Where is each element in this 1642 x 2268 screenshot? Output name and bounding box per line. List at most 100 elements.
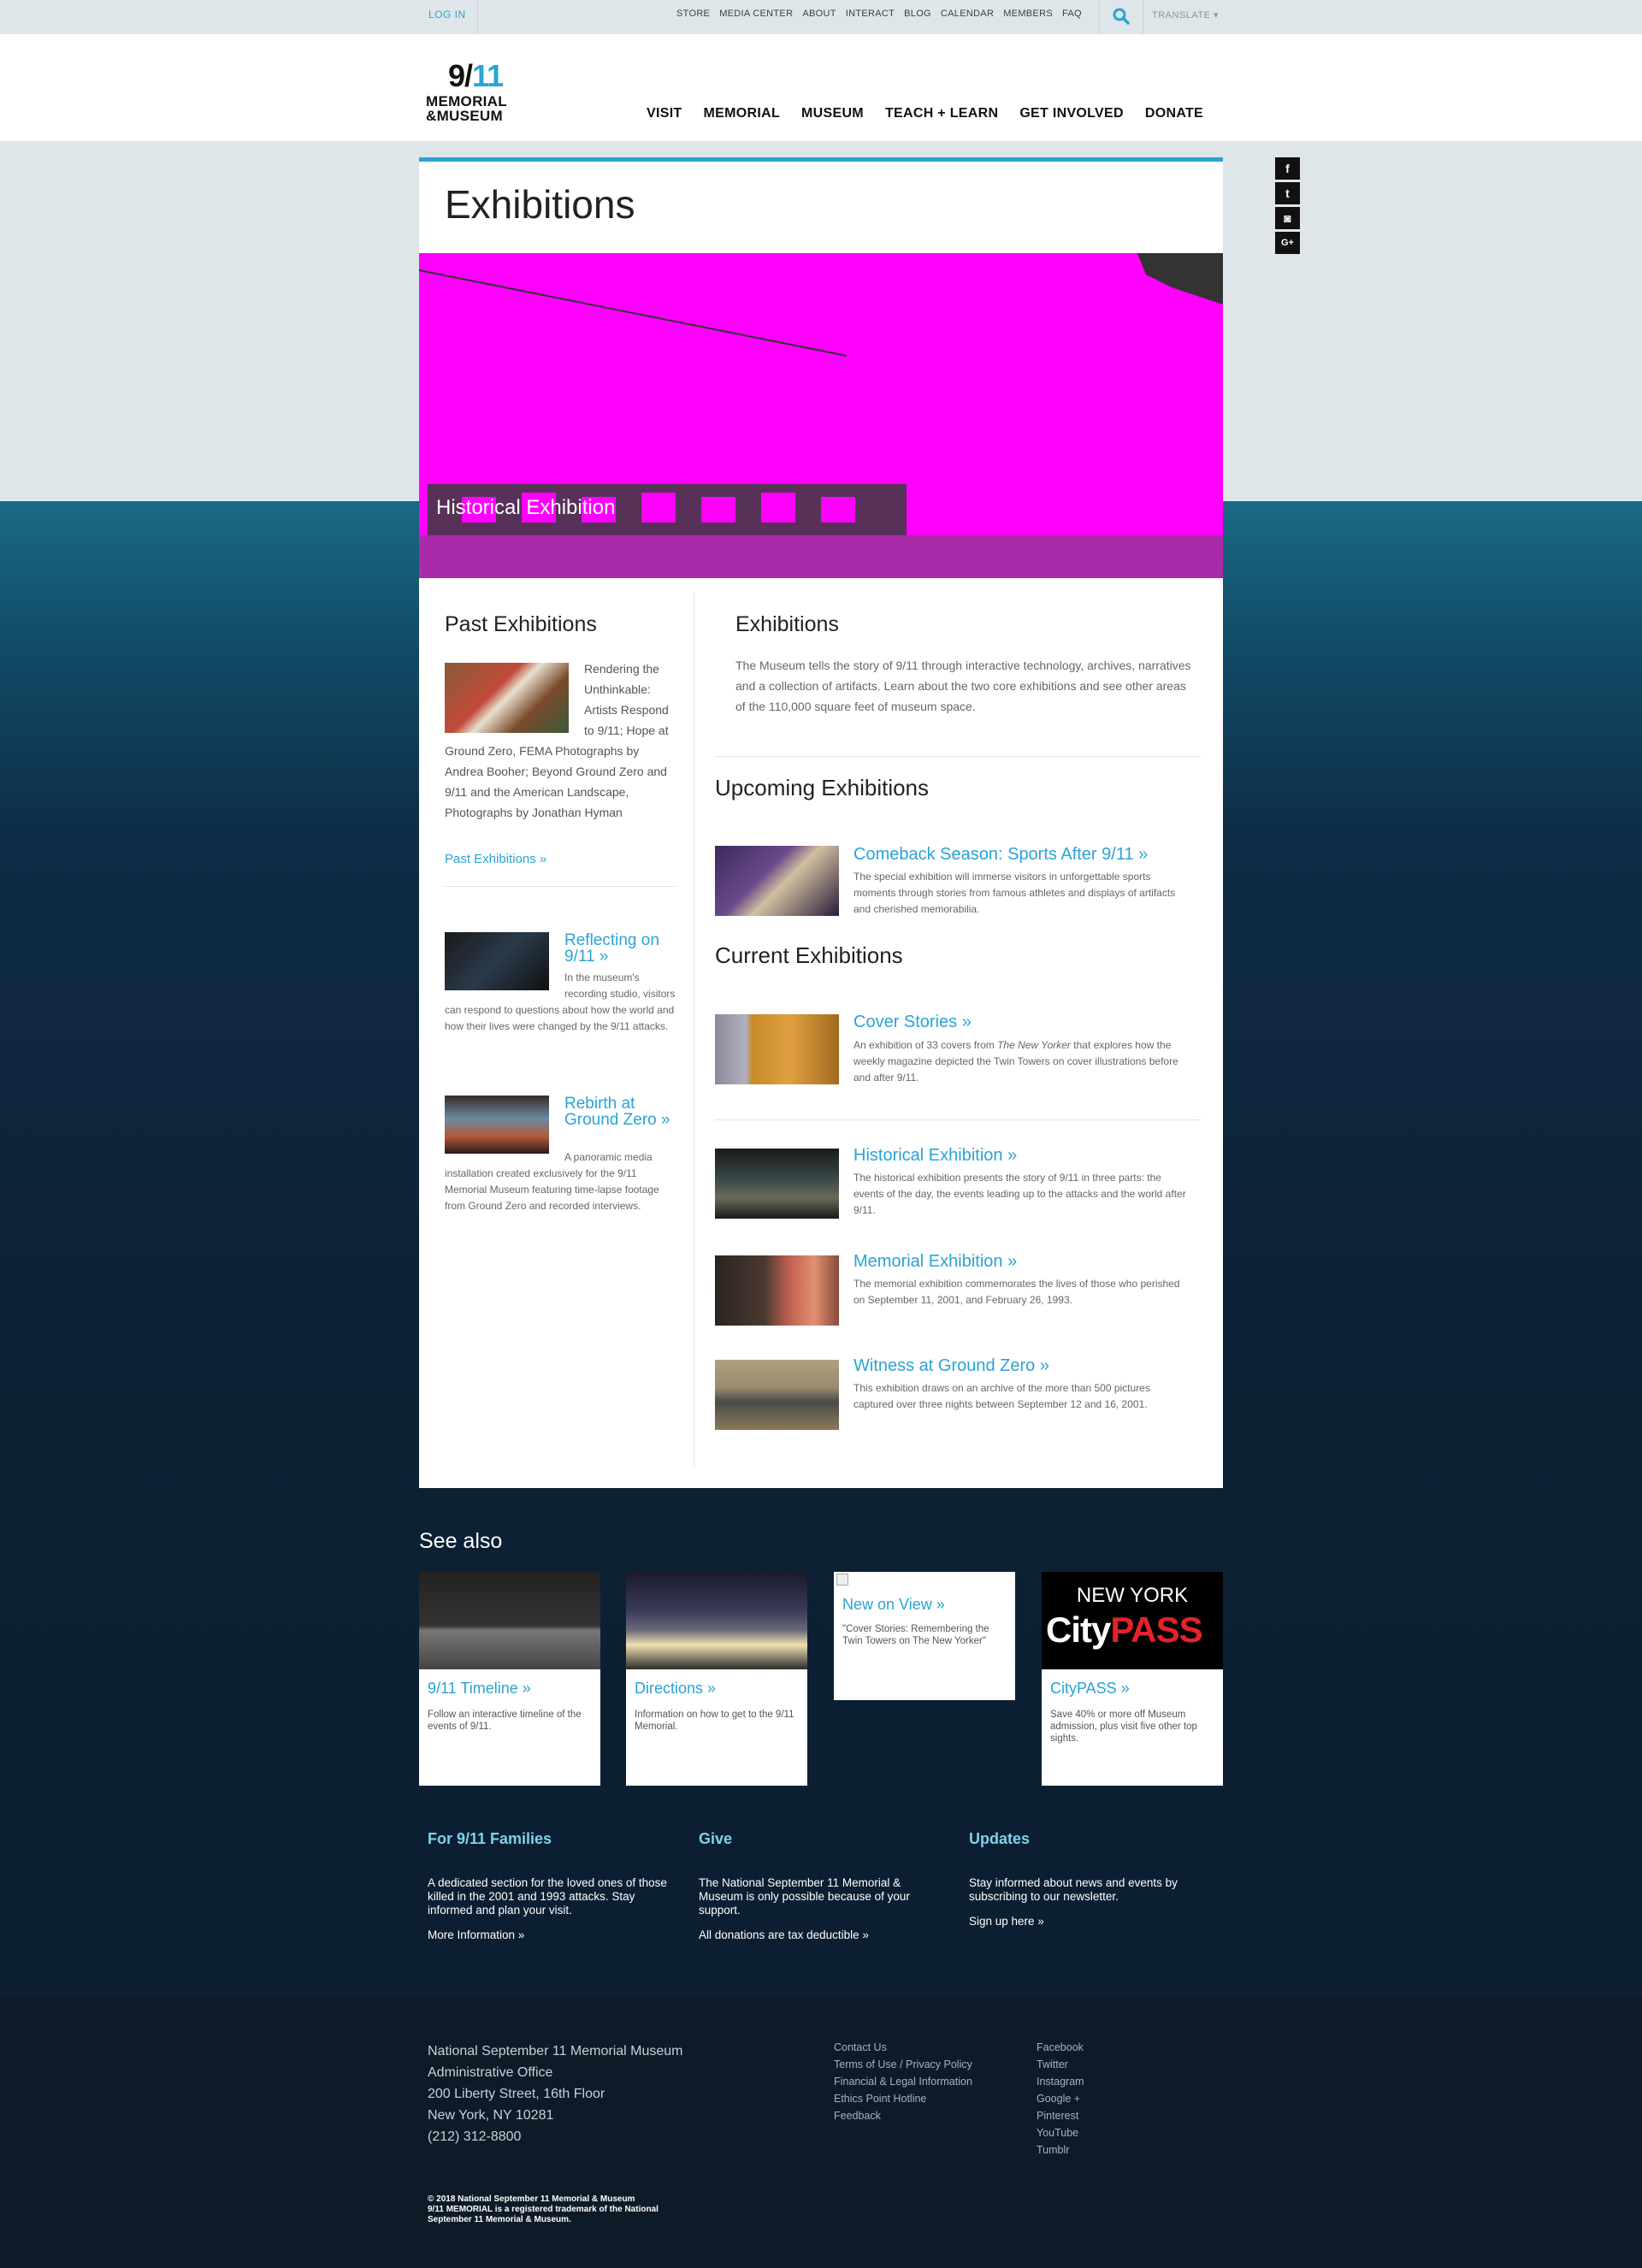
cover-stories-link[interactable]: Cover Stories » xyxy=(853,1013,972,1032)
nav-memorial[interactable]: MEMORIAL xyxy=(704,106,781,121)
footer-address: National September 11 Memorial Museum Ad… xyxy=(428,2041,683,2147)
phone-number: (212) 312-8800 xyxy=(428,2129,522,2144)
instagram-icon[interactable]: ◙ xyxy=(1275,207,1300,229)
util-link-media-center[interactable]: MEDIA CENTER xyxy=(719,9,793,19)
see-also-card-directions[interactable]: Directions » Information on how to get t… xyxy=(626,1572,807,1786)
footer-link-feedback[interactable]: Feedback xyxy=(834,2107,972,2124)
see-also-card-citypass[interactable]: NEW YORK CityPASS CityPASS » Save 40% or… xyxy=(1042,1572,1223,1786)
past-exhibitions-link[interactable]: Past Exhibitions » xyxy=(445,852,546,866)
past-exhibitions-text: Rendering the Unthinkable: Artists Respo… xyxy=(445,659,676,823)
footer-link-twitter[interactable]: Twitter xyxy=(1037,2056,1084,2073)
float-spacer xyxy=(445,659,584,734)
footer-link-ethics[interactable]: Ethics Point Hotline xyxy=(834,2090,972,2107)
rebirth-link[interactable]: Rebirth at Ground Zero » xyxy=(564,1096,676,1128)
util-link-members[interactable]: MEMBERS xyxy=(1003,9,1053,19)
reflecting-text: In the museum's recording studio, visito… xyxy=(445,970,676,1035)
logo-number: 9/11 xyxy=(448,58,504,94)
login-link[interactable]: LOG IN xyxy=(428,9,466,21)
historical-exhibition-text: The historical exhibition presents the s… xyxy=(853,1172,1186,1216)
footer-link-instagram[interactable]: Instagram xyxy=(1037,2073,1084,2090)
footer-link-youtube[interactable]: YouTube xyxy=(1037,2124,1084,2141)
promo-families-text: A dedicated section for the loved ones o… xyxy=(428,1876,667,1917)
footer-link-contact[interactable]: Contact Us xyxy=(834,2039,972,2056)
witness-ground-zero-text: This exhibition draws on an archive of t… xyxy=(853,1382,1150,1410)
googleplus-icon[interactable]: G+ xyxy=(1275,232,1300,254)
search-icon xyxy=(1113,8,1130,25)
promo-families-link[interactable]: More Information » xyxy=(428,1928,524,1941)
facebook-icon[interactable]: f xyxy=(1275,157,1300,180)
memorial-exhibition-link[interactable]: Memorial Exhibition » xyxy=(853,1252,1017,1272)
promo-updates-text: Stay informed about news and events by s… xyxy=(969,1876,1178,1903)
site-logo[interactable]: 9/11 MEMORIAL &MUSEUM xyxy=(426,58,529,125)
directions-link[interactable]: Directions » xyxy=(635,1680,716,1698)
promo-give-text: The National September 11 Memorial & Mus… xyxy=(699,1876,910,1917)
historical-exhibition-link[interactable]: Historical Exhibition » xyxy=(853,1146,1017,1166)
site-header xyxy=(0,34,1642,141)
util-link-store[interactable]: STORE xyxy=(676,9,710,19)
exhibitions-intro: The Museum tells the story of 9/11 throu… xyxy=(735,659,1191,713)
footer-links: Contact Us Terms of Use / Privacy Policy… xyxy=(834,2039,972,2124)
see-also-card-new-on-view[interactable]: New on View » "Cover Stories: Rememberin… xyxy=(834,1572,1015,1700)
nav-donate[interactable]: DONATE xyxy=(1145,106,1203,121)
twitter-icon[interactable]: t xyxy=(1275,182,1300,204)
footer-link-facebook[interactable]: Facebook xyxy=(1037,2039,1084,2056)
timeline-link[interactable]: 9/11 Timeline » xyxy=(428,1680,531,1698)
translate-dropdown[interactable]: TRANSLATE ▾ xyxy=(1152,9,1219,21)
nav-museum[interactable]: MUSEUM xyxy=(801,106,864,121)
footer-link-financial[interactable]: Financial & Legal Information xyxy=(834,2073,972,2090)
util-link-blog[interactable]: BLOG xyxy=(904,9,931,19)
exhibitions-heading: Exhibitions xyxy=(735,612,839,636)
witness-ground-zero-link[interactable]: Witness at Ground Zero » xyxy=(853,1356,1049,1376)
trademark-line: 9/11 MEMORIAL is a registered trademark … xyxy=(428,2205,659,2224)
site-footer xyxy=(0,1998,1642,2268)
memorial-exhibition-thumbnail[interactable] xyxy=(715,1255,839,1326)
nav-visit[interactable]: VISIT xyxy=(647,106,682,121)
nav-get-involved[interactable]: GET INVOLVED xyxy=(1019,106,1124,121)
util-link-interact[interactable]: INTERACT xyxy=(846,9,895,19)
upcoming-exhibitions-heading: Upcoming Exhibitions xyxy=(715,775,930,800)
citypass-text: Save 40% or more off Museum admission, p… xyxy=(1050,1710,1197,1744)
footer-link-googleplus[interactable]: Google + xyxy=(1037,2090,1084,2107)
citypass-logo-wordmark: CityPASS xyxy=(1046,1609,1203,1651)
hero-image-art xyxy=(419,253,1223,578)
footer-link-tumblr[interactable]: Tumblr xyxy=(1037,2141,1084,2159)
new-on-view-link[interactable]: New on View » xyxy=(842,1596,945,1614)
reflecting-link[interactable]: Reflecting on 9/11 » xyxy=(564,932,676,965)
logo-line-2: &MUSEUM xyxy=(426,108,503,124)
citypass-link[interactable]: CityPASS » xyxy=(1050,1680,1130,1698)
util-link-about[interactable]: ABOUT xyxy=(802,9,836,19)
footer-link-terms[interactable]: Terms of Use / Privacy Policy xyxy=(834,2056,972,2073)
util-link-calendar[interactable]: CALENDAR xyxy=(941,9,994,19)
rebirth-text: A panoramic media installation created e… xyxy=(445,1149,676,1214)
promo-families: For 9/11 Families xyxy=(428,1830,552,1848)
float-spacer xyxy=(445,970,564,995)
address-line: New York, NY 10281 xyxy=(428,2108,554,2123)
footer-link-pinterest[interactable]: Pinterest xyxy=(1037,2107,1084,2124)
comeback-season-thumbnail[interactable] xyxy=(715,846,839,916)
copyright-line: © 2018 National September 11 Memorial & … xyxy=(428,2194,635,2204)
citypass-logo-pass: PASS xyxy=(1110,1609,1202,1650)
divider xyxy=(445,886,676,887)
search-button[interactable] xyxy=(1099,0,1143,34)
promo-updates-link[interactable]: Sign up here » xyxy=(969,1915,1044,1928)
historical-exhibition-thumbnail[interactable] xyxy=(715,1149,839,1219)
see-also-heading: See also xyxy=(419,1529,503,1553)
promo-give: Give xyxy=(699,1830,732,1848)
logo-wordmark: MEMORIAL &MUSEUM xyxy=(426,94,507,123)
promo-families-title: For 9/11 Families xyxy=(428,1830,552,1847)
util-link-faq[interactable]: FAQ xyxy=(1062,9,1082,19)
cover-text-magazine: The New Yorker xyxy=(997,1039,1071,1051)
promo-updates-title: Updates xyxy=(969,1830,1031,1847)
divider xyxy=(715,1119,1201,1120)
comeback-season-link[interactable]: Comeback Season: Sports After 9/11 » xyxy=(853,845,1148,865)
rebirth-thumbnail[interactable] xyxy=(445,1096,549,1154)
address-line: 200 Liberty Street, 16th Floor xyxy=(428,2087,605,2101)
witness-ground-zero-thumbnail[interactable] xyxy=(715,1360,839,1430)
nav-teach-learn[interactable]: TEACH + LEARN xyxy=(885,106,998,121)
see-also-card-timeline[interactable]: 9/11 Timeline » Follow an interactive ti… xyxy=(419,1572,600,1786)
address-line: National September 11 Memorial Museum xyxy=(428,2044,683,2058)
promo-give-title: Give xyxy=(699,1830,733,1847)
logo-eleven: 11 xyxy=(472,58,504,93)
promo-give-link[interactable]: All donations are tax deductible » xyxy=(699,1928,869,1941)
cover-stories-thumbnail[interactable] xyxy=(715,1014,839,1084)
